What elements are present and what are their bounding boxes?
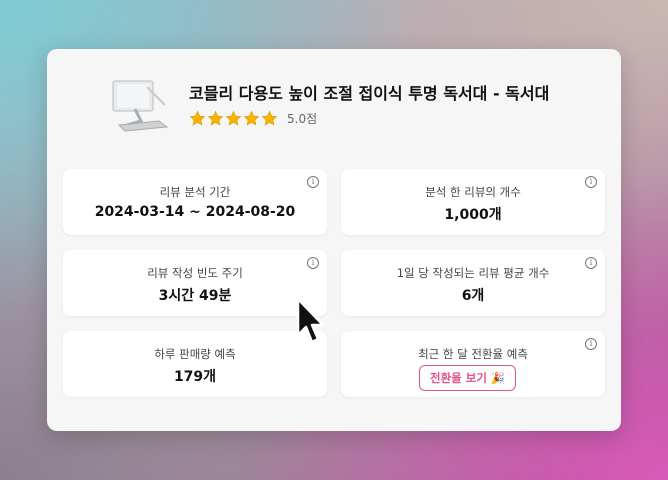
conversion-rate-label: 최근 한 달 전환율 예측 <box>418 347 528 361</box>
review-frequency-tile: i 리뷰 작성 빈도 주기 3시간 49분 <box>63 250 327 316</box>
daily-review-average-label: 1일 당 작성되는 리뷰 평균 개수 <box>396 266 550 280</box>
review-count-label: 분석 한 리뷰의 개수 <box>425 185 521 199</box>
review-period-label: 리뷰 분석 기간 <box>159 185 231 199</box>
daily-review-average-tile: i 1일 당 작성되는 리뷰 평균 개수 6개 <box>341 250 605 316</box>
daily-review-average-value: 6개 <box>461 288 485 304</box>
party-popper-icon: 🎉 <box>490 371 506 385</box>
review-frequency-value: 3시간 49분 <box>158 288 232 304</box>
daily-sales-label: 하루 판매량 예측 <box>154 347 236 361</box>
star-icon <box>225 110 242 126</box>
view-conversion-label: 전환율 보기 <box>430 371 487 385</box>
rating-stars: 5.0점 <box>189 110 317 127</box>
daily-sales-value: 179개 <box>173 369 217 385</box>
view-conversion-button[interactable]: 전환율 보기 🎉 <box>419 365 517 391</box>
review-count-tile: i 분석 한 리뷰의 개수 1,000개 <box>341 169 605 235</box>
star-icon <box>243 110 260 126</box>
review-period-value: 2024-03-14 ~ 2024-08-20 <box>94 204 296 220</box>
review-count-value: 1,000개 <box>444 207 502 223</box>
star-icon <box>261 110 278 126</box>
star-icon <box>207 110 224 126</box>
product-thumbnail <box>112 80 169 132</box>
daily-sales-tile: 하루 판매량 예측 179개 <box>63 331 327 397</box>
review-frequency-label: 리뷰 작성 빈도 주기 <box>147 266 243 280</box>
mouse-cursor-icon <box>296 297 325 344</box>
conversion-rate-tile: i 최근 한 달 전환율 예측 전환율 보기 🎉 <box>341 331 605 397</box>
product-title: 코믈리 다용도 높이 조절 접이식 투명 독서대 - 독서대 <box>189 84 550 103</box>
review-period-tile: i 리뷰 분석 기간 2024-03-14 ~ 2024-08-20 <box>63 169 327 235</box>
star-icon <box>189 110 206 126</box>
rating-text: 5.0점 <box>287 112 318 126</box>
review-analysis-card: 코믈리 다용도 높이 조절 접이식 투명 독서대 - 독서대 5.0점 i 리뷰… <box>47 49 621 431</box>
